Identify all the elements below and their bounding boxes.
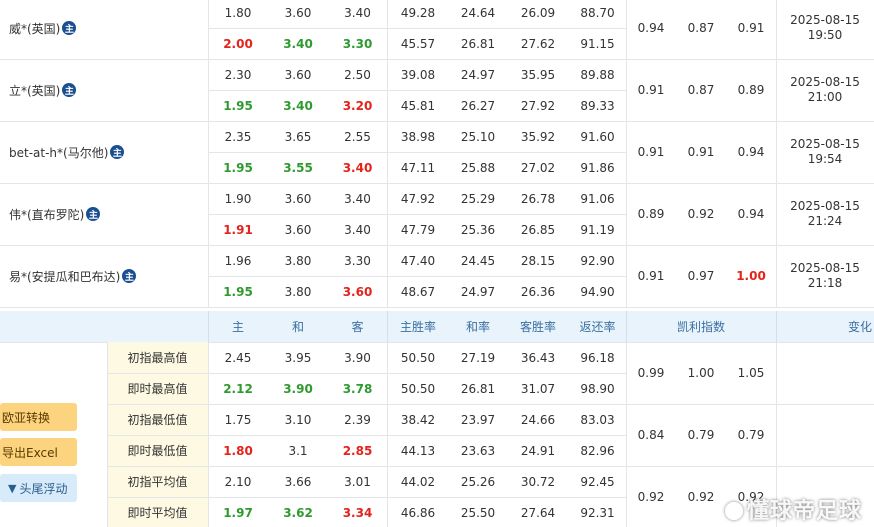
summary-header: 主 和 客 主胜率 和率 客胜率 返还率 凯利指数 变化 [0,311,874,342]
header-home-rate: 主胜率 [399,320,436,334]
stat-ret: 83.03 [580,412,615,427]
stat-ar: 30.72 [520,474,556,489]
column-divider [626,311,627,342]
stat-dr: 25.50 [460,505,496,520]
chevron-down-icon: ▼ [8,481,17,495]
convert-button[interactable]: 欧亚转换 [0,403,77,431]
header-home: 主 [231,320,244,334]
stat-dr: 23.63 [460,443,496,458]
stat-ar: 31.07 [520,381,556,396]
stat-hr: 50.50 [400,381,436,396]
stat-ret: 92.31 [580,505,615,520]
header-draw-rate: 和率 [465,320,490,334]
stat-h: 2.45 [224,350,252,365]
column-divider [208,311,209,342]
stat-label: 即时平均值 [127,506,188,520]
convert-button-label: 欧亚转换 [2,410,51,425]
stat-label: 初指最低值 [127,413,188,427]
stat-ret: 82.96 [580,443,615,458]
stat-hr: 44.13 [400,443,436,458]
header-draw: 和 [291,320,304,334]
stat-ret: 96.18 [580,350,615,365]
column-divider [387,0,388,307]
stat-label: 初指平均值 [127,475,188,489]
stat-label: 初指最高值 [127,351,188,365]
stat-h: 2.12 [223,381,253,396]
stat-d: 3.10 [284,412,312,427]
stat-d: 3.95 [284,350,312,365]
stat-a: 3.78 [342,381,373,396]
stat-kelly-2: 0.79 [737,428,765,442]
stat-ar: 27.64 [520,505,556,520]
stat-kelly-1: 0.92 [687,490,715,504]
stat-kelly-0: 0.99 [637,366,665,380]
column-divider [208,342,209,527]
stat-a: 3.01 [344,474,371,489]
stat-ar: 24.91 [520,443,556,458]
stat-d: 3.90 [283,381,313,396]
stat-kelly-2: 1.05 [737,366,765,380]
column-divider [387,342,388,527]
header-away-rate: 客胜率 [519,320,556,334]
header-away: 客 [351,320,364,334]
stat-a: 3.34 [342,505,373,520]
column-divider [208,0,209,307]
stat-kelly-0: 0.84 [637,428,665,442]
company-grid-lines [0,0,874,307]
column-divider [107,342,108,527]
stat-dr: 27.19 [460,350,496,365]
float-toggle-button-label: 头尾浮动 [19,481,68,496]
stat-a: 2.39 [344,412,371,427]
export-excel-button-label: 导出Excel [2,445,58,460]
stat-h: 1.75 [224,412,252,427]
stat-kelly-0: 0.92 [637,490,665,504]
row-divider [0,307,874,308]
stat-dr: 25.26 [460,474,496,489]
header-return-rate: 返还率 [579,320,616,334]
export-excel-button[interactable]: 导出Excel [0,438,77,466]
stat-h: 1.97 [223,505,253,520]
column-divider [776,0,777,307]
stat-hr: 38.42 [400,412,436,427]
stat-h: 2.10 [224,474,252,489]
column-divider [626,342,627,527]
float-toggle-button[interactable]: ▼ 头尾浮动 [0,474,77,502]
stat-a: 3.90 [344,350,371,365]
stat-d: 3.62 [283,505,313,520]
stat-kelly-1: 1.00 [687,366,715,380]
stat-ret: 98.90 [580,381,615,396]
column-divider [626,0,627,307]
stat-a: 2.85 [342,443,373,458]
stat-d: 3.66 [284,474,312,489]
stat-dr: 26.81 [460,381,496,396]
column-divider [387,311,388,342]
stat-h: 1.80 [223,443,253,458]
watermark: 懂球帝足球 [724,493,862,525]
watermark-logo-icon [724,502,743,520]
header-kelly: 凯利指数 [676,320,725,334]
stat-hr: 50.50 [400,350,436,365]
stat-dr: 23.97 [460,412,496,427]
stat-hr: 46.86 [400,505,436,520]
stat-label: 即时最低值 [127,444,188,458]
stat-d: 3.1 [288,443,308,458]
stat-ret: 92.45 [580,474,615,489]
stat-label: 即时最高值 [127,382,188,396]
stat-ar: 36.43 [520,350,556,365]
header-change: 变化 [847,320,872,334]
column-divider [776,311,777,342]
stat-kelly-1: 0.79 [687,428,715,442]
watermark-text: 懂球帝足球 [746,499,862,524]
stat-hr: 44.02 [400,474,436,489]
stat-ar: 24.66 [520,412,556,427]
